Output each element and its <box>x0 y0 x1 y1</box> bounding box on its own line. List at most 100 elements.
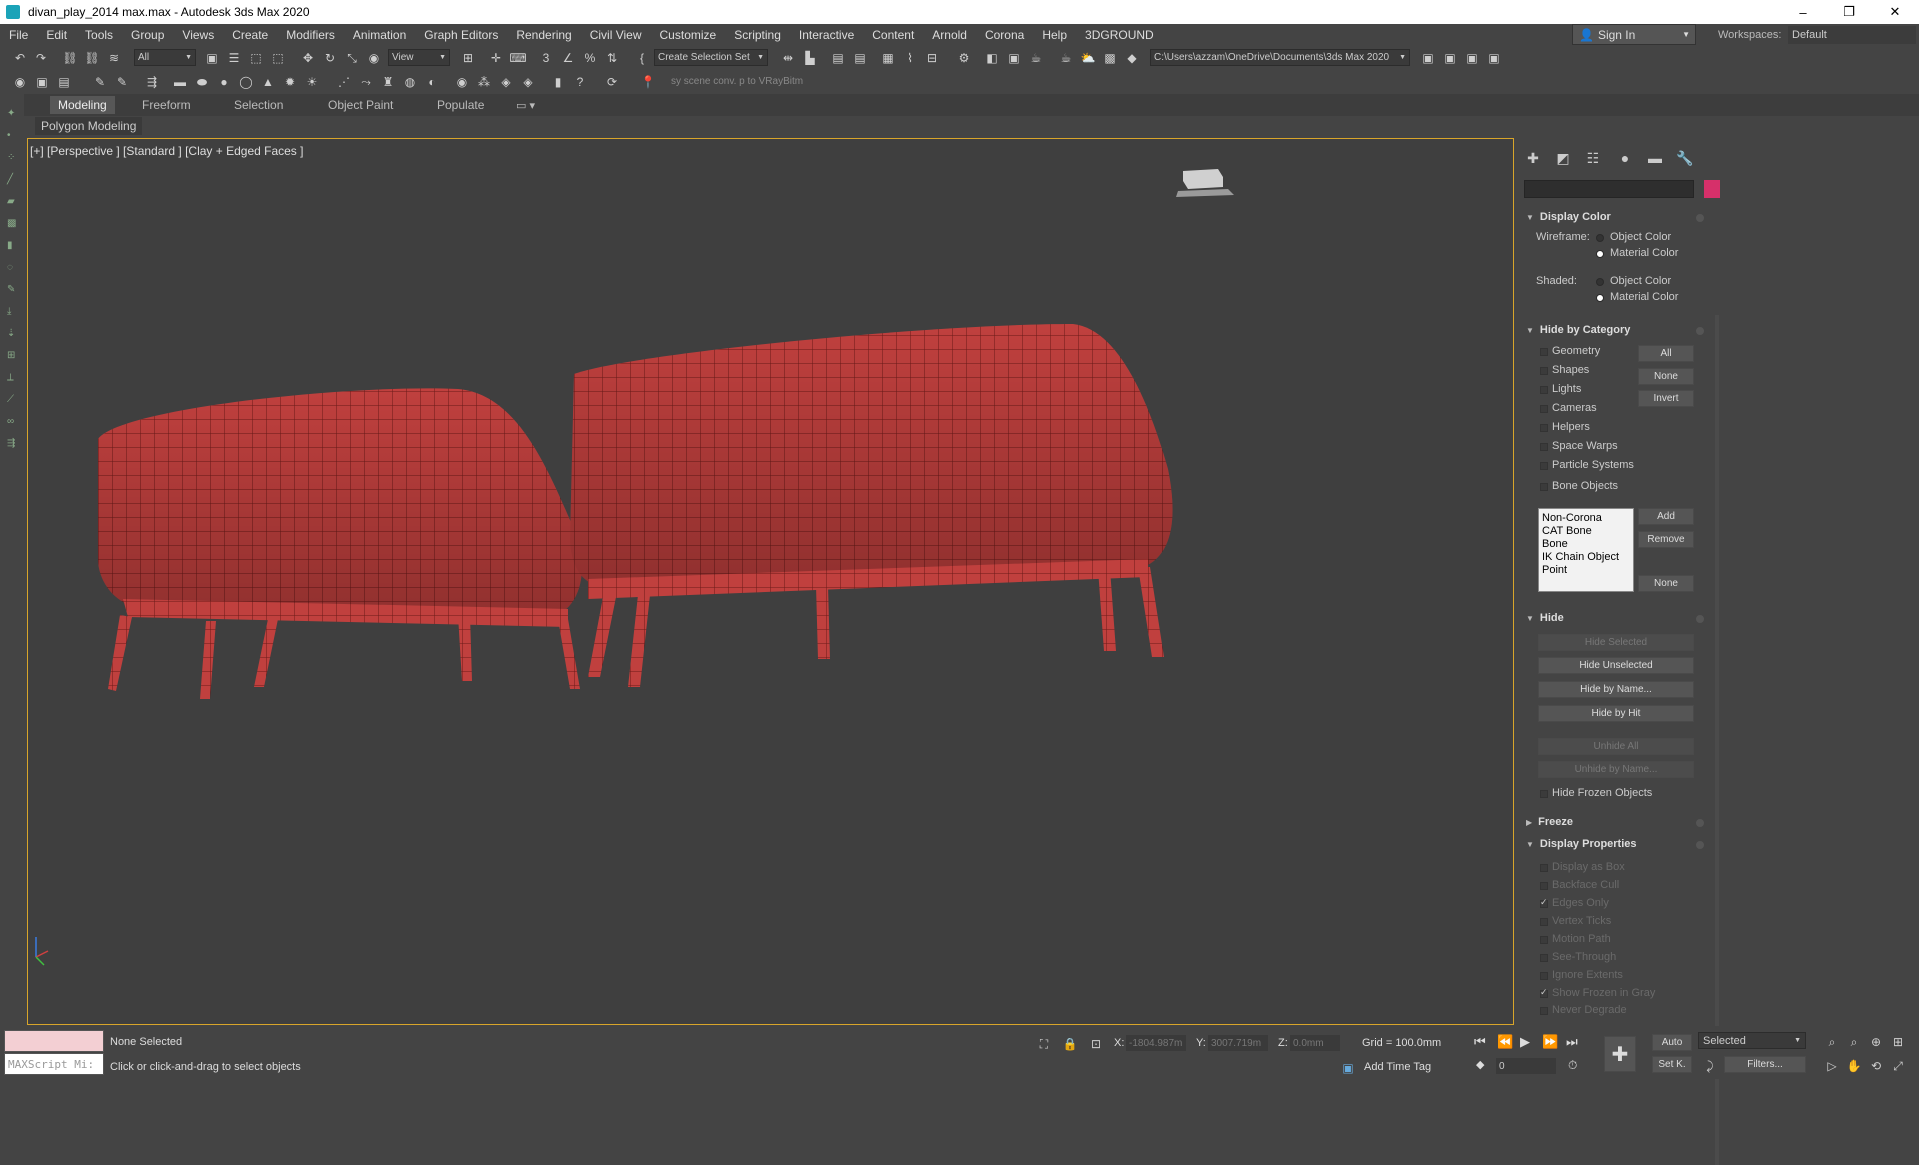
menu-create[interactable]: Create <box>223 28 277 42</box>
menu-help[interactable]: Help <box>1033 28 1076 42</box>
menu-civil-view[interactable]: Civil View <box>581 28 651 42</box>
menu-corona[interactable]: Corona <box>976 28 1033 42</box>
layers-icon[interactable]: ▤ <box>56 74 72 90</box>
hide-all-button[interactable]: All <box>1638 345 1694 362</box>
material-browser-icon[interactable]: ◈ <box>498 74 514 90</box>
box-primitive-icon[interactable]: ▬ <box>172 74 188 90</box>
never-degrade-checkbox[interactable] <box>1540 1007 1548 1015</box>
percent-snap-icon[interactable]: % <box>582 50 598 66</box>
key-mode-icon[interactable]: ◆ <box>1476 1058 1484 1071</box>
menu-modifiers[interactable]: Modifiers <box>277 28 344 42</box>
menu-rendering[interactable]: Rendering <box>507 28 580 42</box>
spinner-snap-icon[interactable]: ⇅ <box>604 50 620 66</box>
show-frozen-gray-checkbox[interactable] <box>1540 987 1548 998</box>
scene-explorer-icon[interactable]: ▤ <box>830 50 846 66</box>
add-category-button[interactable]: Add <box>1638 508 1694 525</box>
geometry-checkbox[interactable] <box>1540 348 1548 356</box>
hide-rollout[interactable]: ▼ Hide <box>1526 612 1706 624</box>
space-warps-checkbox[interactable] <box>1540 443 1548 451</box>
goto-end-icon[interactable]: ⏭ <box>1566 1034 1578 1050</box>
hide-unselected-button[interactable]: Hide Unselected <box>1538 657 1694 674</box>
hide-none-button[interactable]: None <box>1638 368 1694 385</box>
motion-path-checkbox[interactable] <box>1540 936 1548 944</box>
angle-snap-icon[interactable]: ∠ <box>560 50 576 66</box>
grid-icon[interactable]: ⁂ <box>476 74 492 90</box>
project-settings-icon[interactable]: ▣ <box>1486 50 1502 66</box>
flow-icon[interactable]: ⇶ <box>144 74 160 90</box>
edge-icon[interactable]: ╱ <box>7 174 17 185</box>
skin-icon[interactable]: ♜ <box>380 74 396 90</box>
play-icon[interactable]: ▶ <box>1520 1034 1530 1050</box>
menu-views[interactable]: Views <box>173 28 223 42</box>
pan-icon[interactable]: ✋ <box>1846 1058 1862 1074</box>
lights-checkbox[interactable] <box>1540 386 1548 394</box>
tab-populate[interactable]: Populate <box>437 96 484 114</box>
rect-selection-icon[interactable]: ⬚ <box>248 50 264 66</box>
zoom-all-icon[interactable]: ⌕ <box>1846 1034 1862 1050</box>
vray-icon[interactable]: ◉ <box>454 74 470 90</box>
cone-primitive-icon[interactable]: ▲ <box>260 74 276 90</box>
wireframe-material-color-radio[interactable] <box>1596 250 1604 258</box>
shaded-material-color-radio[interactable] <box>1596 294 1604 302</box>
list-item[interactable]: Non-Corona <box>1542 512 1630 525</box>
select-manipulate-icon[interactable]: ✛ <box>488 50 504 66</box>
modifier-icon[interactable]: ⋰ <box>336 74 352 90</box>
schematic-view-icon[interactable]: ⊟ <box>924 50 940 66</box>
see-through-checkbox[interactable] <box>1540 954 1548 962</box>
bone-objects-checkbox[interactable] <box>1540 483 1548 491</box>
element-icon[interactable]: ▩ <box>7 218 17 229</box>
loop-icon[interactable]: ∞ <box>7 416 17 427</box>
paint-icon[interactable]: ✎ <box>92 74 108 90</box>
pin-icon[interactable]: 📍 <box>640 74 656 90</box>
move-icon[interactable]: ✥ <box>300 50 316 66</box>
selection-filter-dropdown[interactable]: All ▼ <box>134 49 196 66</box>
hide-by-name-button[interactable]: Hide by Name... <box>1538 681 1694 698</box>
particle-systems-checkbox[interactable] <box>1540 462 1548 470</box>
filters-button[interactable]: Filters... <box>1724 1056 1806 1073</box>
edit-icon[interactable]: ✎ <box>7 284 17 295</box>
key-filter-dropdown[interactable]: Selected ▼ <box>1698 1032 1806 1049</box>
open-folder-icon[interactable]: ▣ <box>1442 50 1458 66</box>
eye-icon[interactable]: ◉ <box>12 74 28 90</box>
render-cloud-icon[interactable]: ⛅ <box>1080 50 1096 66</box>
select-object-icon[interactable]: ▣ <box>204 50 220 66</box>
project-path-dropdown[interactable]: C:\Users\azzam\OneDrive\Documents\3ds Ma… <box>1150 49 1410 66</box>
ignore-extents-checkbox[interactable] <box>1540 972 1548 980</box>
menu-group[interactable]: Group <box>122 28 173 42</box>
point-icon[interactable]: • <box>7 130 17 141</box>
tool-icon[interactable]: ▮ <box>7 240 17 251</box>
helpers-checkbox[interactable] <box>1540 424 1548 432</box>
object-color-swatch[interactable] <box>1704 180 1720 198</box>
menu-file[interactable]: File <box>0 28 37 42</box>
menu-arnold[interactable]: Arnold <box>923 28 976 42</box>
edit-named-sets-icon[interactable]: { <box>634 50 650 66</box>
scale-icon[interactable]: ⤡ <box>344 50 360 66</box>
cylinder-primitive-icon[interactable]: ⬬ <box>194 74 210 90</box>
hide-by-hit-button[interactable]: Hide by Hit <box>1538 705 1694 722</box>
add-time-tag[interactable]: Add Time Tag <box>1364 1061 1431 1073</box>
list-item[interactable]: CAT Bone <box>1542 525 1630 538</box>
freeze-rollout[interactable]: ▶ Freeze <box>1526 816 1706 828</box>
snap-icon[interactable]: ⤓ <box>7 306 17 317</box>
deform-icon[interactable]: ⤳ <box>358 74 374 90</box>
z-coordinate-field[interactable]: 0.0mm <box>1290 1035 1340 1051</box>
cameras-checkbox[interactable] <box>1540 405 1548 413</box>
restore-button[interactable]: ❐ <box>1826 0 1872 24</box>
menu-graph-editors[interactable]: Graph Editors <box>415 28 507 42</box>
list-item[interactable]: Point <box>1542 564 1630 577</box>
arrow-icon[interactable]: ⇣ <box>7 328 17 339</box>
sun-icon[interactable]: ☀ <box>304 74 320 90</box>
time-tag-icon[interactable]: ▣ <box>1340 1060 1356 1076</box>
selection-set-dropdown[interactable]: Create Selection Set ▼ <box>654 49 768 66</box>
viewport-label[interactable]: [+] [Perspective ] [Standard ] [Clay + E… <box>30 144 303 158</box>
tab-selection[interactable]: Selection <box>234 96 283 114</box>
shapes-checkbox[interactable] <box>1540 367 1548 375</box>
project-folder-icon[interactable]: ▣ <box>1420 50 1436 66</box>
menu-3dground[interactable]: 3DGROUND <box>1076 28 1163 42</box>
zoom-extents-all-icon[interactable]: ⊞ <box>1890 1034 1906 1050</box>
sofa-left-mesh[interactable] <box>98 388 582 699</box>
vertex-ticks-checkbox[interactable] <box>1540 918 1548 926</box>
isolate-selection-icon[interactable]: ⛶ <box>1036 1036 1052 1052</box>
menu-animation[interactable]: Animation <box>344 28 415 42</box>
next-frame-icon[interactable]: ⏩ <box>1542 1034 1558 1050</box>
